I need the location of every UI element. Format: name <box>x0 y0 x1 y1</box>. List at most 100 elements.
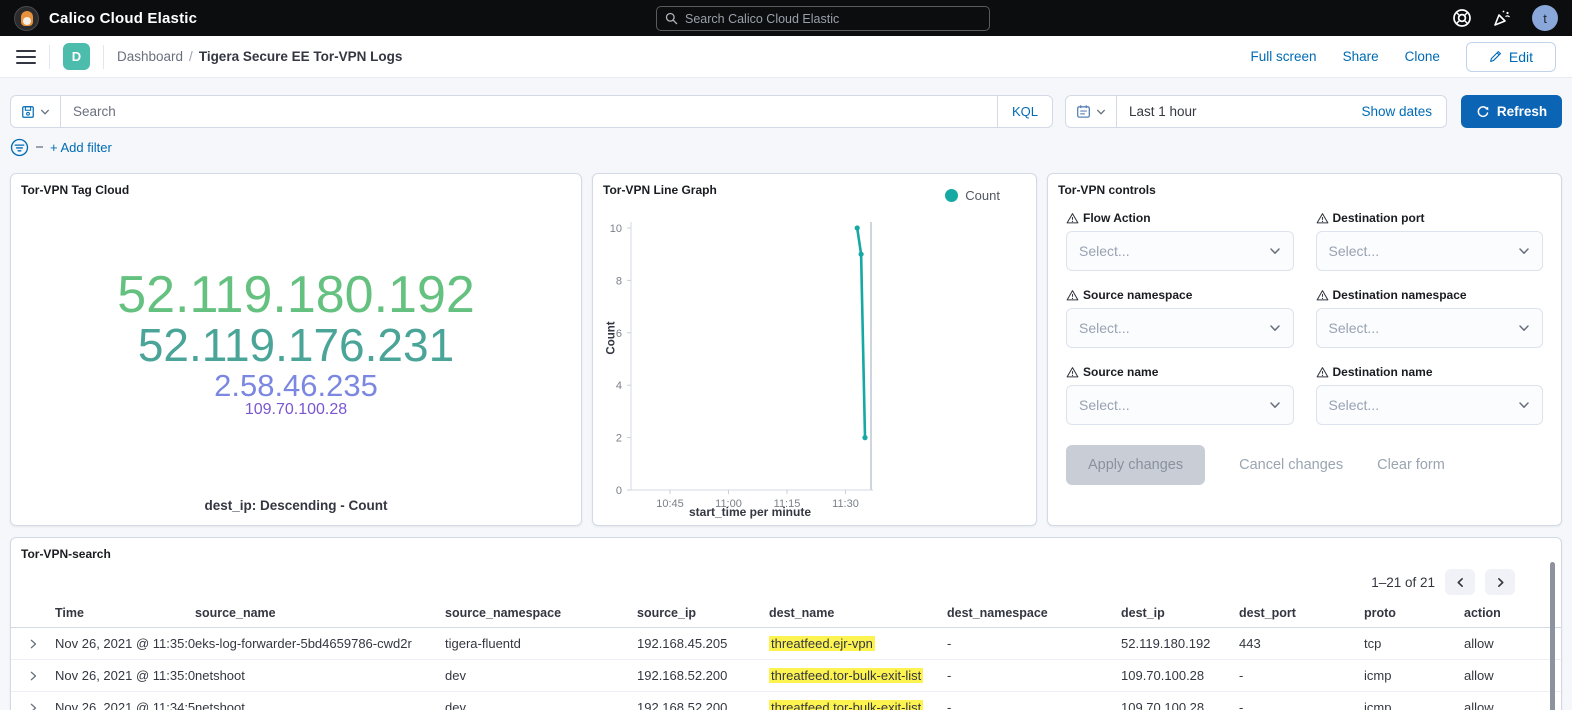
chevron-down-icon <box>40 107 50 117</box>
edit-button-label: Edit <box>1509 49 1533 65</box>
svg-text:4: 4 <box>616 380 622 392</box>
divider <box>49 45 50 69</box>
line-graph-panel: Tor-VPN Line Graph 024681010:4511:0011:1… <box>592 173 1037 526</box>
share-button[interactable]: Share <box>1343 49 1379 64</box>
warning-triangle-icon <box>1066 366 1079 379</box>
global-search[interactable] <box>656 6 990 31</box>
control-field-destination-namespace: Destination namespaceSelect... <box>1316 288 1544 348</box>
table-row: Nov 26, 2021 @ 11:35:04.000netshootdev19… <box>11 660 1561 692</box>
line-chart-svg: 024681010:4511:0011:1511:30 <box>593 200 1038 516</box>
global-search-input[interactable] <box>685 12 981 26</box>
control-select-destination-name[interactable]: Select... <box>1316 385 1544 425</box>
cell-source_name: netshoot <box>195 668 445 683</box>
cell-action: allow <box>1464 636 1561 651</box>
cell-source_ip: 192.168.52.200 <box>637 700 769 710</box>
cell-proto: icmp <box>1364 668 1464 683</box>
cell-dest_namespace: - <box>947 700 1121 710</box>
show-dates-button[interactable]: Show dates <box>1361 104 1446 119</box>
legend-dot <box>945 189 958 202</box>
tag-52.119.180.192[interactable]: 52.119.180.192 <box>117 268 475 322</box>
cell-dest_name: threatfeed.ejr-vpn <box>769 636 947 651</box>
cell-time: Nov 26, 2021 @ 11:34:54.000 <box>55 700 195 710</box>
pagination-prev-button[interactable] <box>1445 569 1475 595</box>
newsfeed-party-popper-icon[interactable] <box>1492 8 1512 28</box>
legend-label: Count <box>965 188 1000 203</box>
column-header-dest_ip: dest_ip <box>1121 599 1239 627</box>
cell-time: Nov 26, 2021 @ 11:35:04.000 <box>55 668 195 683</box>
cell-dest_namespace: - <box>947 668 1121 683</box>
apply-changes-button[interactable]: Apply changes <box>1066 445 1205 485</box>
breadcrumb-dashboard[interactable]: Dashboard <box>117 49 183 64</box>
svg-text:0: 0 <box>616 485 622 497</box>
edit-button[interactable]: Edit <box>1466 42 1556 72</box>
chevron-right-icon <box>28 703 38 710</box>
tag-cloud-title: Tor-VPN Tag Cloud <box>11 174 581 197</box>
cancel-changes-button[interactable]: Cancel changes <box>1239 457 1343 473</box>
control-field-destination-name: Destination name Select... <box>1316 365 1544 425</box>
time-range-value[interactable]: Last 1 hour <box>1117 104 1361 119</box>
saved-query-menu-button[interactable] <box>11 96 61 127</box>
cell-dest_namespace: - <box>947 636 1121 651</box>
cell-source_name: eks-log-forwarder-5bd4659786-cwd2r <box>195 636 445 651</box>
cell-dest_port: - <box>1239 700 1364 710</box>
expand-row-button[interactable] <box>11 703 55 710</box>
chevron-down-icon <box>1269 245 1281 257</box>
pagination-next-button[interactable] <box>1485 569 1515 595</box>
refresh-button[interactable]: Refresh <box>1461 95 1562 128</box>
cell-proto: icmp <box>1364 700 1464 710</box>
column-header-source_namespace: source_namespace <box>445 599 637 627</box>
filter-circle-icon[interactable] <box>10 138 29 157</box>
chevron-down-icon <box>1518 245 1530 257</box>
tag-109.70.100.28[interactable]: 109.70.100.28 <box>245 402 347 419</box>
help-lifering-icon[interactable] <box>1452 8 1472 28</box>
date-picker: Last 1 hour Show dates <box>1065 95 1447 128</box>
expand-row-button[interactable] <box>11 639 55 649</box>
warning-triangle-icon <box>1316 212 1329 225</box>
chevron-right-icon <box>28 639 38 649</box>
cell-source_namespace: dev <box>445 668 637 683</box>
add-filter-button[interactable]: + Add filter <box>50 140 112 155</box>
column-header-source_name: source_name <box>195 599 445 627</box>
date-quick-menu-button[interactable] <box>1066 96 1117 127</box>
highlighted-dest-name: threatfeed.ejr-vpn <box>769 636 875 651</box>
control-select-destination-port[interactable]: Select... <box>1316 231 1544 271</box>
svg-text:2: 2 <box>616 433 622 445</box>
column-header-proto: proto <box>1364 599 1464 627</box>
saved-query-icon <box>21 105 35 119</box>
column-header-action: action <box>1464 599 1561 627</box>
table-scrollbar[interactable] <box>1550 562 1555 710</box>
query-search-input[interactable] <box>61 96 997 127</box>
control-select-source-namespace[interactable]: Select... <box>1066 308 1294 348</box>
chevron-down-icon <box>1518 399 1530 411</box>
full-screen-button[interactable]: Full screen <box>1251 49 1317 64</box>
control-select-destination-namespace[interactable]: Select... <box>1316 308 1544 348</box>
control-label: Destination port <box>1316 211 1544 225</box>
clone-button[interactable]: Clone <box>1405 49 1440 64</box>
expand-row-button[interactable] <box>11 671 55 681</box>
highlighted-dest-name: threatfeed.tor-bulk-exit-list <box>769 700 923 710</box>
chevron-right-icon <box>28 671 38 681</box>
control-select-source-name[interactable]: Select... <box>1066 385 1294 425</box>
refresh-button-label: Refresh <box>1497 104 1547 119</box>
cell-proto: tcp <box>1364 636 1464 651</box>
control-field-source-name: Source nameSelect... <box>1066 365 1294 425</box>
control-field-flow-action: Flow ActionSelect... <box>1066 211 1294 271</box>
calico-logo <box>14 6 39 31</box>
control-label: Destination name <box>1316 365 1544 379</box>
tag-2.58.46.235[interactable]: 2.58.46.235 <box>214 370 378 402</box>
line-chart: 024681010:4511:0011:1511:30 Count start_… <box>593 200 1036 525</box>
breadcrumb-separator: / <box>189 49 193 64</box>
warning-triangle-icon <box>1316 366 1329 379</box>
controls-title: Tor-VPN controls <box>1048 174 1561 197</box>
filter-divider <box>36 146 43 148</box>
column-header-source_ip: source_ip <box>637 599 769 627</box>
clear-form-button[interactable]: Clear form <box>1377 457 1445 473</box>
menu-hamburger-icon[interactable] <box>16 50 36 64</box>
tag-52.119.176.231[interactable]: 52.119.176.231 <box>138 322 454 370</box>
control-select-flow-action[interactable]: Select... <box>1066 231 1294 271</box>
legend-item-count[interactable]: Count <box>945 188 1000 203</box>
user-avatar[interactable]: t <box>1532 5 1558 31</box>
kql-language-button[interactable]: KQL <box>997 96 1052 127</box>
space-badge[interactable]: D <box>63 43 90 70</box>
cell-time: Nov 26, 2021 @ 11:35:04.000 <box>55 636 195 651</box>
